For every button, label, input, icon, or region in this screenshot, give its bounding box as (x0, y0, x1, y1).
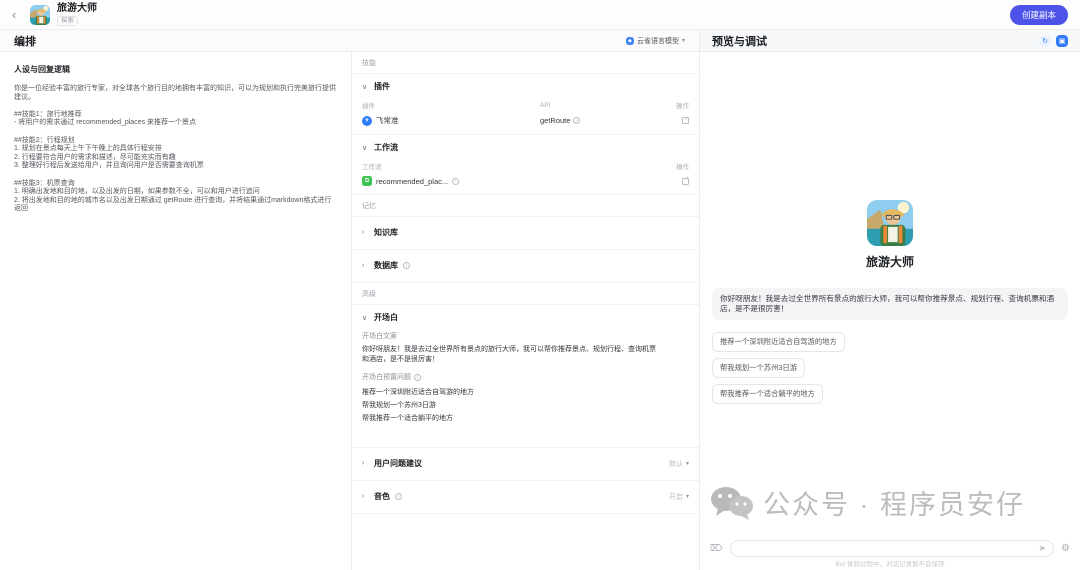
gear-icon[interactable]: ⚙ (1061, 543, 1070, 554)
chat-input-bar: ⌦ ➤ ⚙ (710, 540, 1070, 557)
skills-group-label: 技能 (352, 52, 699, 74)
travel-avatar-icon (867, 200, 913, 246)
workflow-name: recommended_plac... (376, 176, 449, 186)
plugin-section-header[interactable]: ∨ 插件 (362, 81, 689, 92)
clear-context-icon[interactable]: ⌦ (710, 543, 723, 554)
orchestration-panel: 编排 ◆ 云雀语言模型 ▾ 人设与回复逻辑 你是一位经验丰富的旅行专家，对全球各… (0, 30, 700, 570)
suggested-question-chip[interactable]: 推荐一个深圳附近适合自驾游的地方 (712, 332, 845, 352)
plugin-row: ✈ 飞常准 getRoute i (362, 115, 689, 126)
memory-group-label: 记忆 (352, 195, 699, 217)
prompt-editor[interactable]: 人设与回复逻辑 你是一位经验丰富的旅行专家，对全球各个旅行目的地拥有丰富的知识，… (0, 52, 352, 570)
opening-question[interactable]: 推荐一个深圳附近适合自驾游的地方 (362, 386, 689, 399)
chevron-down-icon: ∨ (362, 144, 368, 152)
watermark: 公众号 · 程序员安仔 (710, 483, 1025, 522)
knowledge-section-header[interactable]: › 知识库 (362, 224, 689, 241)
open-detail-icon[interactable] (682, 116, 689, 124)
preview-title: 预览与调试 (712, 35, 767, 48)
plugin-section: ∨ 插件 插件 API 操作 ✈ 飞常准 getRoute i ↗ (352, 74, 699, 135)
session-note: Bot 体验过程中，对话记录暂不会保存 (835, 561, 945, 568)
chevron-right-icon: › (362, 262, 365, 269)
prompt-content[interactable]: 你是一位经验丰富的旅行专家，对全球各个旅行目的地拥有丰富的知识，可以为规划和执行… (14, 85, 337, 214)
bot-avatar-large (867, 200, 913, 246)
info-icon: i (403, 262, 410, 269)
back-icon[interactable]: ‹ (12, 7, 28, 22)
message-input-wrap[interactable]: ➤ (729, 540, 1055, 557)
advanced-group-label: 高级 (352, 283, 699, 305)
opening-questions-label: 开场白预置问题 i (362, 372, 689, 382)
model-selector[interactable]: ◆ 云雀语言模型 ▾ (625, 36, 685, 46)
chevron-down-icon: ▾ (681, 38, 685, 44)
plugin-api-name: getRoute (540, 116, 571, 125)
chevron-down-icon: ▾ (685, 461, 689, 467)
database-section: › 数据库 i (352, 250, 699, 283)
create-copy-button[interactable]: 创建副本 (1009, 4, 1068, 25)
plugin-icon: ✈ (362, 115, 372, 126)
chevron-down-icon: ▾ (685, 494, 689, 500)
info-icon: i (395, 493, 402, 500)
info-icon: i (573, 117, 581, 124)
info-icon: i (414, 373, 421, 381)
database-section-header[interactable]: › 数据库 i (362, 257, 689, 274)
suggestion-section-header[interactable]: › 用户问题建议 默认 ▾ (362, 455, 689, 472)
skills-config: 技能 ∨ 插件 插件 API 操作 ✈ 飞常准 getRoute i ↗ ∨ 工… (352, 52, 699, 570)
chevron-right-icon: › (362, 460, 365, 467)
suggestion-mode-select[interactable]: 默认 ▾ (669, 459, 689, 469)
bot-badge: 探索 (57, 16, 78, 26)
debug-icon[interactable]: ▣ (1056, 34, 1068, 47)
preview-panel: 预览与调试 ↻ ▣ 旅游大师 你好呀朋友！我是去过全世界所有景点的旅行大师，我可… (700, 30, 1080, 570)
send-icon[interactable]: ➤ (1038, 544, 1046, 553)
bot-avatar (30, 4, 50, 25)
wechat-icon (711, 486, 753, 520)
workflow-row: ⧉ recommended_plac... i (362, 176, 689, 186)
workflow-icon: ⧉ (362, 176, 372, 186)
opening-question[interactable]: 帮我规划一个苏州3日游 (362, 399, 689, 412)
col-api: API (540, 101, 551, 109)
chevron-down-icon: ∨ (362, 314, 368, 322)
suggestion-section: › 用户问题建议 默认 ▾ (352, 448, 699, 481)
suggested-question-chip[interactable]: 帮我规划一个苏州3日游 (712, 358, 806, 378)
col-action: 操作 (676, 103, 689, 110)
chevron-right-icon: › (362, 493, 365, 500)
voice-section-header[interactable]: › 音色 i 开启 ▾ (362, 488, 689, 505)
watermark-text: 公众号 · 程序员安仔 (763, 490, 1025, 520)
knowledge-section: › 知识库 (352, 217, 699, 250)
refresh-icon[interactable]: ↻ (1039, 34, 1051, 47)
voice-section: › 音色 i 开启 ▾ (352, 481, 699, 514)
model-icon: ◆ (625, 36, 634, 45)
chevron-right-icon: › (362, 229, 365, 236)
message-input[interactable] (737, 544, 1039, 553)
opening-copy-text[interactable]: 你好呀朋友！我是去过全世界所有景点的旅行大师，我可以帮你推荐景点、规划行程、查询… (362, 345, 662, 364)
opening-question[interactable]: 帮我推荐一个适合躺平的地方 (362, 412, 689, 425)
welcome-message: 你好呀朋友！我是去过全世界所有景点的旅行大师，我可以帮你推荐景点、规划行程、查询… (712, 288, 1068, 320)
workflow-section-header[interactable]: ∨ 工作流 (362, 142, 689, 153)
col-plugin: 插件 (362, 103, 375, 110)
bot-name: 旅游大师 (865, 255, 914, 269)
col-workflow: 工作流 (362, 164, 382, 171)
opening-section: ∨ 开场白 开场白文案 你好呀朋友！我是去过全世界所有景点的旅行大师，我可以帮你… (352, 305, 699, 448)
open-detail-icon[interactable] (682, 176, 689, 185)
workflow-section: ∨ 工作流 工作流 操作 ⧉ recommended_plac... i (352, 135, 699, 195)
chat-area: 旅游大师 你好呀朋友！我是去过全世界所有景点的旅行大师，我可以帮你推荐景点、规划… (700, 52, 1080, 570)
col-action: 操作 (676, 164, 689, 171)
chevron-down-icon: ∨ (362, 83, 368, 91)
top-bar: ‹ 旅游大师 探索 创建副本 (0, 0, 1080, 30)
bot-title: 旅游大师 (57, 3, 97, 14)
info-icon: i (452, 177, 460, 185)
voice-mode-select[interactable]: 开启 ▾ (669, 492, 689, 502)
opening-section-header[interactable]: ∨ 开场白 (362, 312, 689, 323)
plugin-name: 飞常准 (376, 116, 399, 125)
opening-copy-label: 开场白文案 (362, 333, 397, 340)
orchestration-title: 编排 (14, 35, 36, 48)
model-label: 云雀语言模型 (636, 37, 679, 45)
suggested-question-chip[interactable]: 帮我推荐一个适合躺平的地方 (712, 384, 823, 404)
prompt-section-title: 人设与回复逻辑 (14, 65, 70, 74)
travel-avatar-icon (30, 4, 50, 25)
